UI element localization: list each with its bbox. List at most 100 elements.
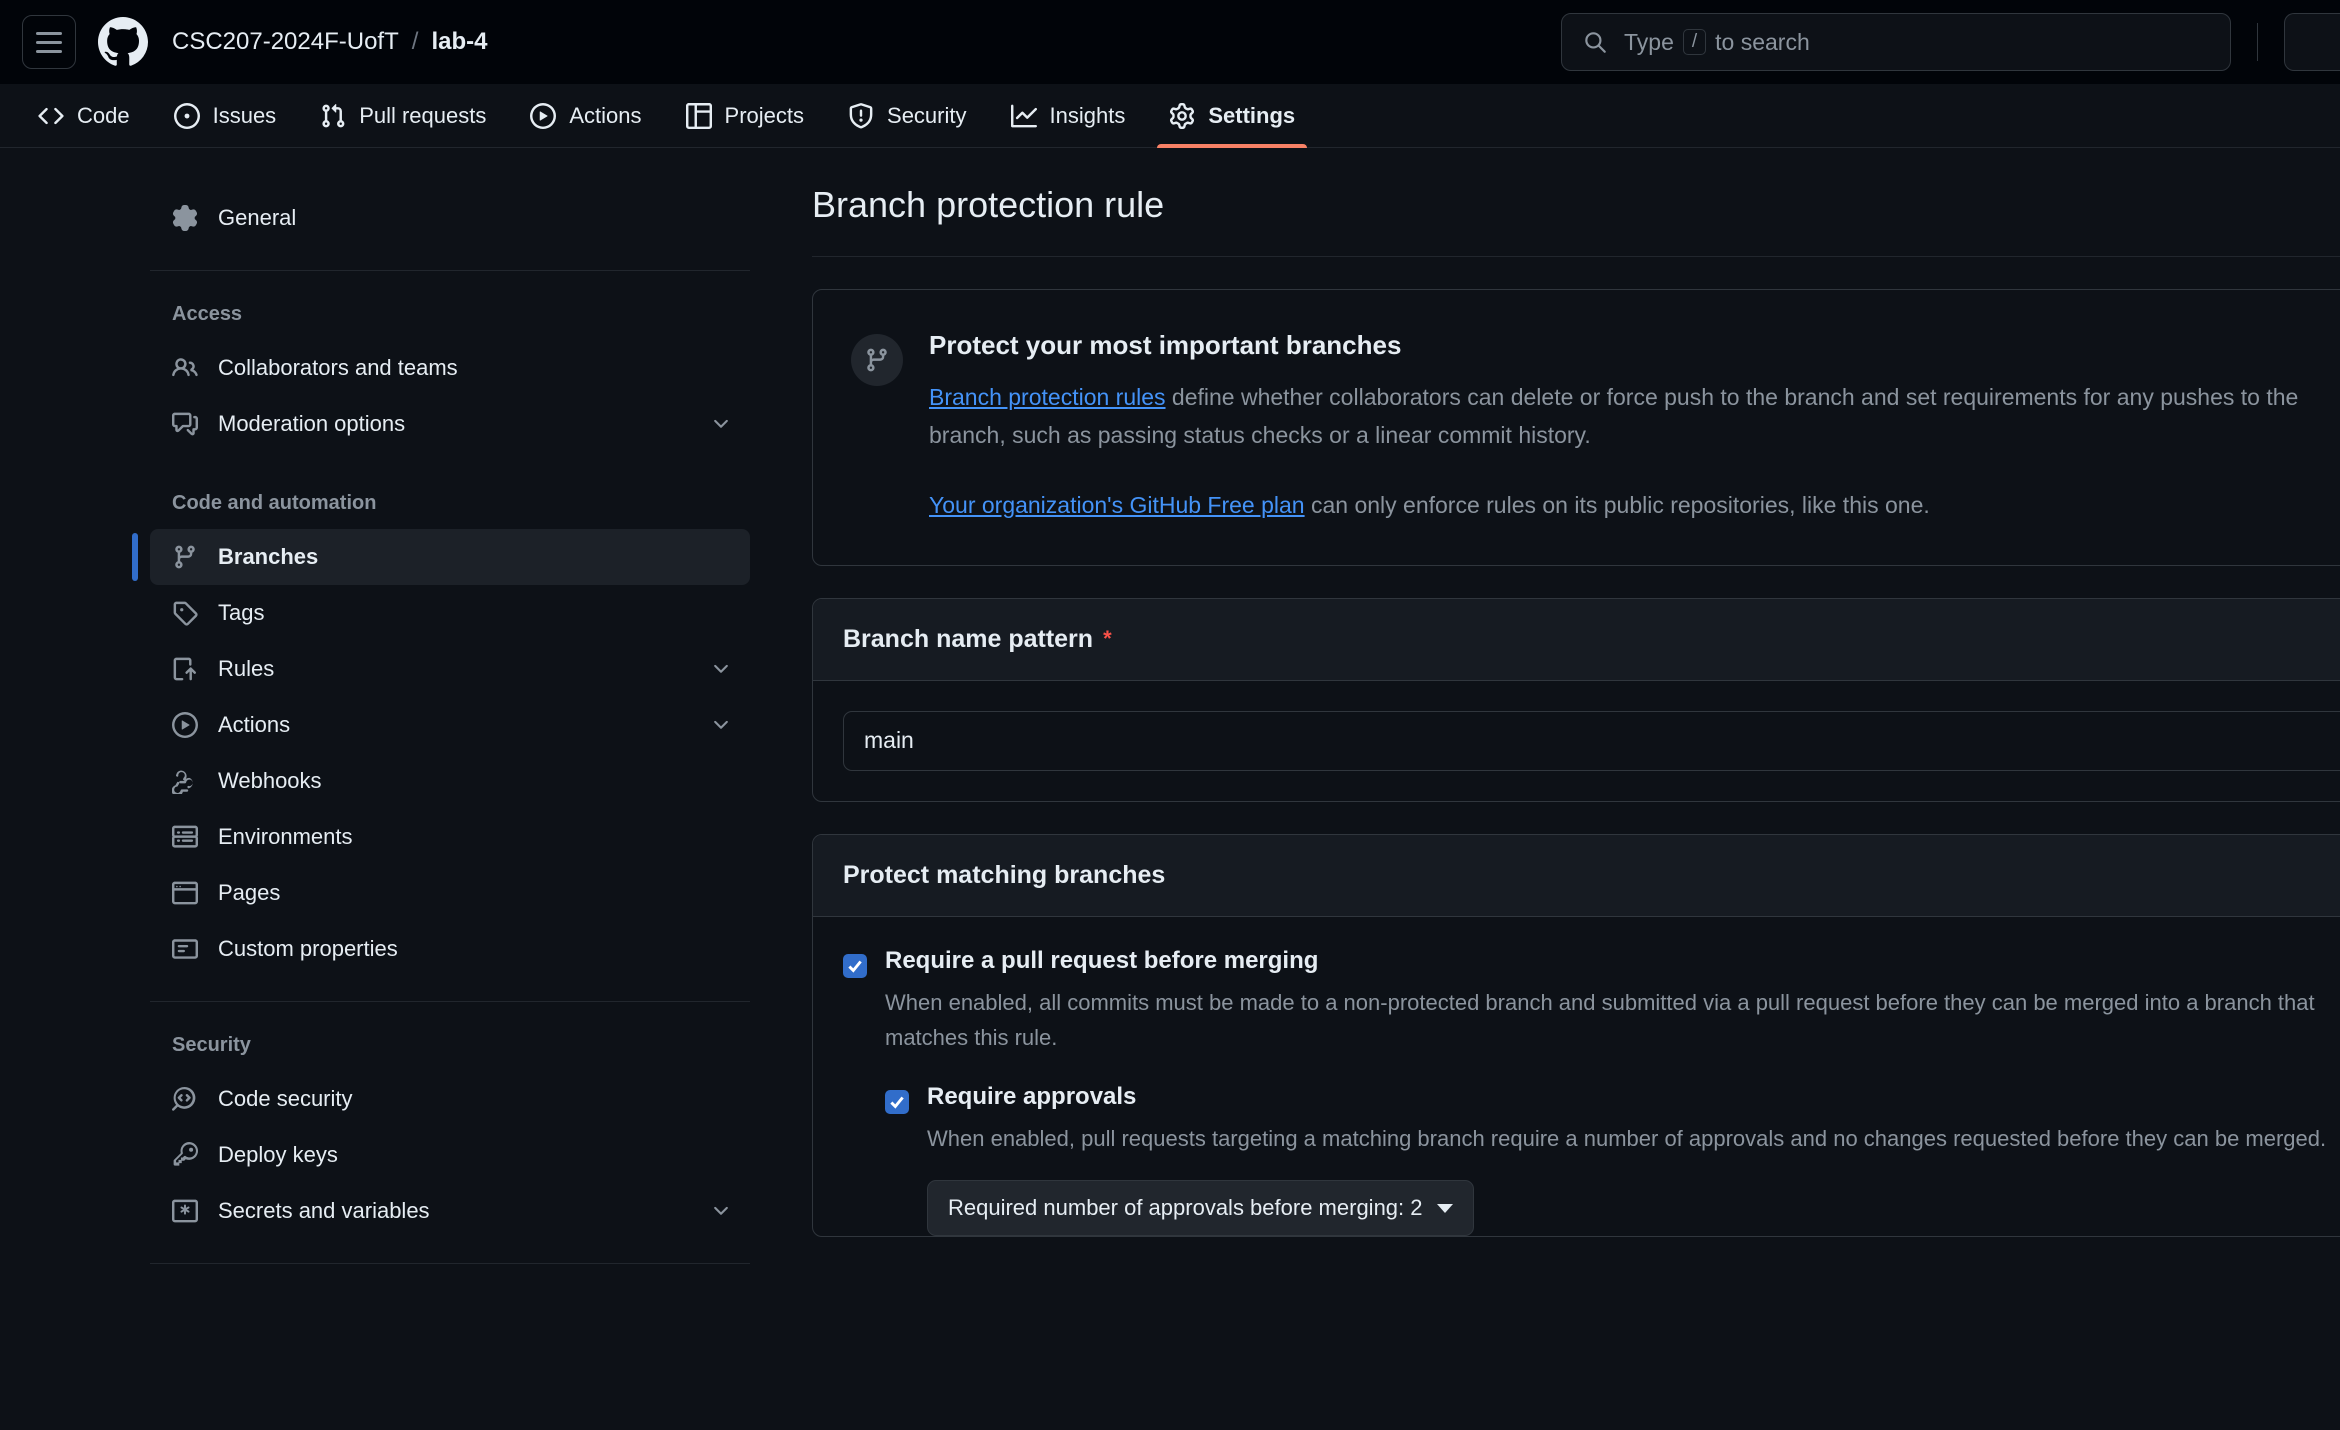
banner-body: Protect your most important branches Bra…: [929, 330, 2340, 525]
sidebar-item-custom-properties[interactable]: Custom properties: [150, 921, 750, 977]
branch-name-pattern-card: Branch name pattern *: [812, 597, 2340, 802]
branch-protection-rules-link[interactable]: Branch protection rules: [929, 384, 1166, 410]
sidebar-item-pages[interactable]: Pages: [150, 865, 750, 921]
sidebar-item-pages-label: Pages: [218, 880, 281, 905]
code-icon: [38, 103, 64, 129]
sidebar-item-environments-label: Environments: [218, 824, 353, 849]
note-icon: [172, 936, 198, 962]
sidebar-item-webhooks-label: Webhooks: [218, 768, 322, 793]
branch-name-pattern-input[interactable]: [843, 710, 2340, 771]
table-icon: [685, 102, 712, 129]
tab-security[interactable]: Security: [826, 84, 988, 147]
tab-issues[interactable]: Issues: [152, 84, 299, 147]
sidebar-item-actions[interactable]: Actions: [150, 697, 750, 753]
global-header: CSC207-2024F-UofT / lab-4 Type / to sear…: [0, 0, 2340, 84]
sidebar-item-code-security[interactable]: Code security: [150, 1071, 750, 1127]
tab-settings[interactable]: Settings: [1147, 84, 1317, 148]
sidebar-item-moderation-options-label: Moderation options: [218, 411, 406, 436]
sidebar-item-collaborators-and-teams[interactable]: Collaborators and teams: [150, 340, 750, 396]
tag-icon: [172, 600, 198, 626]
branch-protection-info-banner: Protect your most important branches Bra…: [812, 289, 2340, 566]
require-pull-request-checkbox[interactable]: [843, 953, 867, 978]
branch-name-pattern-body: [813, 681, 2340, 801]
require-approvals-body: Require approvals When enabled, pull req…: [927, 1083, 2340, 1237]
required-marker: *: [1103, 626, 1112, 652]
play-icon: [172, 712, 198, 738]
tab-insights-label: Insights: [1049, 102, 1126, 128]
sidebar-item-general-label: General: [218, 205, 297, 230]
search-icon: [1582, 29, 1608, 55]
banner-title: Protect your most important branches: [929, 330, 1402, 360]
gear-icon: [172, 205, 198, 231]
comment-discussion-icon: [172, 411, 198, 437]
sidebar-item-rules[interactable]: Rules: [150, 641, 750, 697]
settings-sidebar: General Access Collaborators and teams M…: [0, 148, 780, 1288]
sidebar-item-deploy-keys-label: Deploy keys: [218, 1142, 338, 1167]
require-pull-request-description: When enabled, all commits must be made t…: [885, 989, 2315, 1050]
require-pull-request-label[interactable]: Require a pull request before merging: [885, 947, 2340, 975]
chevron-down-icon[interactable]: [710, 658, 732, 680]
sidebar-item-environments[interactable]: Environments: [150, 809, 750, 865]
hamburger-bar: [36, 31, 62, 35]
tab-settings-label: Settings: [1208, 102, 1296, 128]
chevron-down-icon[interactable]: [710, 413, 732, 435]
tab-issues-label: Issues: [212, 102, 277, 128]
sidebar-item-moderation-options[interactable]: Moderation options: [150, 396, 750, 452]
sidebar-heading-security: Security: [172, 1034, 251, 1056]
issue-opened-icon: [173, 102, 200, 129]
sidebar-item-branches-label: Branches: [218, 544, 319, 569]
github-logo-icon[interactable]: [98, 17, 148, 67]
protect-matching-branches-card: Protect matching branches Require a pull…: [812, 833, 2340, 1238]
people-icon: [172, 355, 198, 381]
gear-icon: [1169, 102, 1195, 129]
sidebar-item-deploy-keys[interactable]: Deploy keys: [150, 1127, 750, 1183]
main-content: Branch protection rule Protect your most…: [780, 148, 2340, 1238]
sidebar-item-collaborators-and-teams-label: Collaborators and teams: [218, 355, 458, 380]
require-approvals-checkbox[interactable]: [885, 1090, 909, 1115]
sidebar-item-webhooks[interactable]: Webhooks: [150, 753, 750, 809]
required-approvals-select[interactable]: Required number of approvals before merg…: [927, 1180, 1474, 1237]
breadcrumb: CSC207-2024F-UofT / lab-4: [172, 28, 487, 56]
chevron-down-icon[interactable]: [710, 1200, 732, 1222]
require-approvals-label[interactable]: Require approvals: [927, 1083, 2340, 1111]
git-pull-request-icon: [320, 103, 346, 129]
breadcrumb-repo[interactable]: lab-4: [431, 28, 487, 56]
banner-paragraph-2: Your organization's GitHub Free plan can…: [929, 487, 2340, 525]
tab-projects-label: Projects: [724, 102, 805, 128]
header-edge-button[interactable]: [2284, 13, 2340, 71]
breadcrumb-owner[interactable]: CSC207-2024F-UofT: [172, 28, 399, 56]
sidebar-item-secrets-and-variables[interactable]: Secrets and variables: [150, 1183, 750, 1239]
sidebar-item-code-security-label: Code security: [218, 1086, 353, 1111]
git-branch-icon: [172, 544, 198, 570]
sidebar-item-custom-properties-label: Custom properties: [218, 936, 398, 961]
sidebar-item-tags[interactable]: Tags: [150, 585, 750, 641]
tab-code-label: Code: [77, 102, 130, 128]
sidebar-item-branches[interactable]: Branches: [132, 529, 750, 585]
sidebar-divider: [150, 1263, 750, 1264]
rules-icon: [172, 656, 198, 682]
webhook-icon: [172, 768, 198, 794]
tab-insights[interactable]: Insights: [989, 84, 1148, 147]
sidebar-heading-code-and-automation: Code and automation: [172, 492, 377, 514]
tab-code[interactable]: Code: [16, 84, 152, 147]
sidebar-item-general[interactable]: General: [150, 190, 750, 246]
search-slash-key: /: [1682, 28, 1707, 56]
sidebar-item-rules-label: Rules: [218, 656, 275, 681]
hamburger-bar: [36, 49, 62, 53]
tab-projects[interactable]: Projects: [664, 84, 826, 147]
sidebar-item-tags-label: Tags: [218, 600, 265, 625]
tab-pull-requests[interactable]: Pull requests: [298, 84, 508, 147]
chevron-down-icon: [1436, 1203, 1453, 1213]
banner-paragraph-2-text: can only enforce rules on its public rep…: [1304, 491, 1930, 518]
tab-actions[interactable]: Actions: [508, 84, 663, 147]
repository-nav: Code Issues Pull requests Actions Projec…: [0, 84, 2340, 148]
hamburger-menu-icon[interactable]: [22, 15, 76, 69]
github-free-plan-link[interactable]: Your organization's GitHub Free plan: [929, 492, 1305, 518]
breadcrumb-separator: /: [411, 28, 419, 55]
require-approvals-description: When enabled, pull requests targeting a …: [927, 1126, 2327, 1152]
search-input[interactable]: Type / to search: [1561, 13, 2231, 71]
chevron-down-icon[interactable]: [710, 714, 732, 736]
tab-pull-requests-label: Pull requests: [359, 102, 487, 128]
codescan-icon: [172, 1086, 198, 1112]
require-pull-request-body: Require a pull request before merging Wh…: [885, 947, 2340, 1237]
